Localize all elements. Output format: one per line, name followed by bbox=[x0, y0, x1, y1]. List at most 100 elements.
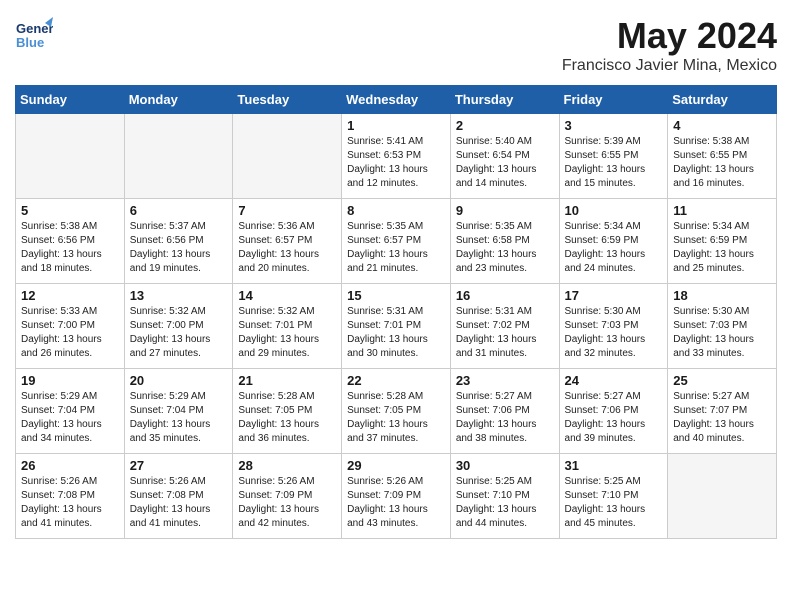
cell-info: Sunrise: 5:31 AM Sunset: 7:02 PM Dayligh… bbox=[456, 305, 554, 361]
cell-info: Sunrise: 5:25 AM Sunset: 7:10 PM Dayligh… bbox=[456, 475, 554, 531]
calendar-table: SundayMondayTuesdayWednesdayThursdayFrid… bbox=[15, 85, 777, 539]
day-number: 13 bbox=[130, 288, 228, 303]
day-number: 1 bbox=[347, 118, 445, 133]
day-header-friday: Friday bbox=[559, 86, 668, 114]
day-header-thursday: Thursday bbox=[450, 86, 559, 114]
calendar-cell: 22 Sunrise: 5:28 AM Sunset: 7:05 PM Dayli… bbox=[342, 369, 451, 454]
calendar-cell: 23 Sunrise: 5:27 AM Sunset: 7:06 PM Dayli… bbox=[450, 369, 559, 454]
cell-info: Sunrise: 5:38 AM Sunset: 6:55 PM Dayligh… bbox=[673, 135, 771, 191]
header: General Blue May 2024 Francisco Javier M… bbox=[15, 15, 777, 75]
day-number: 27 bbox=[130, 458, 228, 473]
calendar-week-row: 19Sunrise: 5:29 AM Sunset: 7:04 PM Dayli… bbox=[16, 369, 777, 454]
calendar-cell: 31Sunrise: 5:25 AM Sunset: 7:10 PM Dayli… bbox=[559, 454, 668, 539]
day-number: 29 bbox=[347, 458, 445, 473]
calendar-cell: 1 Sunrise: 5:41 AM Sunset: 6:53 PM Daylig… bbox=[342, 114, 451, 199]
day-number: 15 bbox=[347, 288, 445, 303]
cell-info: Sunrise: 5:26 AM Sunset: 7:08 PM Dayligh… bbox=[130, 475, 228, 531]
calendar-cell: 24 Sunrise: 5:27 AM Sunset: 7:06 PM Dayli… bbox=[559, 369, 668, 454]
cell-info: Sunrise: 5:25 AM Sunset: 7:10 PM Dayligh… bbox=[565, 475, 663, 531]
calendar-cell: 4Sunrise: 5:38 AM Sunset: 6:55 PM Daylig… bbox=[668, 114, 777, 199]
calendar-cell: 19Sunrise: 5:29 AM Sunset: 7:04 PM Dayli… bbox=[16, 369, 125, 454]
calendar-week-row: 5Sunrise: 5:38 AM Sunset: 6:56 PM Daylig… bbox=[16, 199, 777, 284]
calendar-cell: 11 Sunrise: 5:34 AM Sunset: 6:59 PM Dayli… bbox=[668, 199, 777, 284]
cell-info: Sunrise: 5:26 AM Sunset: 7:09 PM Dayligh… bbox=[238, 475, 336, 531]
calendar-cell: 17Sunrise: 5:30 AM Sunset: 7:03 PM Dayli… bbox=[559, 284, 668, 369]
day-number: 7 bbox=[238, 203, 336, 218]
cell-info: Sunrise: 5:27 AM Sunset: 7:07 PM Dayligh… bbox=[673, 390, 771, 446]
day-number: 28 bbox=[238, 458, 336, 473]
calendar-cell: 29 Sunrise: 5:26 AM Sunset: 7:09 PM Dayli… bbox=[342, 454, 451, 539]
svg-text:Blue: Blue bbox=[16, 35, 44, 50]
cell-info: Sunrise: 5:32 AM Sunset: 7:01 PM Dayligh… bbox=[238, 305, 336, 361]
day-number: 22 bbox=[347, 373, 445, 388]
main-title: May 2024 bbox=[562, 15, 777, 57]
cell-info: Sunrise: 5:26 AM Sunset: 7:09 PM Dayligh… bbox=[347, 475, 445, 531]
cell-info: Sunrise: 5:37 AM Sunset: 6:56 PM Dayligh… bbox=[130, 220, 228, 276]
day-number: 24 bbox=[565, 373, 663, 388]
calendar-cell: 8 Sunrise: 5:35 AM Sunset: 6:57 PM Daylig… bbox=[342, 199, 451, 284]
cell-info: Sunrise: 5:27 AM Sunset: 7:06 PM Dayligh… bbox=[565, 390, 663, 446]
day-header-tuesday: Tuesday bbox=[233, 86, 342, 114]
calendar-cell: 30 Sunrise: 5:25 AM Sunset: 7:10 PM Dayli… bbox=[450, 454, 559, 539]
calendar-cell: 28 Sunrise: 5:26 AM Sunset: 7:09 PM Dayli… bbox=[233, 454, 342, 539]
day-header-saturday: Saturday bbox=[668, 86, 777, 114]
calendar-cell: 12 Sunrise: 5:33 AM Sunset: 7:00 PM Dayli… bbox=[16, 284, 125, 369]
cell-info: Sunrise: 5:36 AM Sunset: 6:57 PM Dayligh… bbox=[238, 220, 336, 276]
cell-info: Sunrise: 5:39 AM Sunset: 6:55 PM Dayligh… bbox=[565, 135, 663, 191]
calendar-cell bbox=[668, 454, 777, 539]
calendar-cell: 26Sunrise: 5:26 AM Sunset: 7:08 PM Dayli… bbox=[16, 454, 125, 539]
calendar-cell: 16 Sunrise: 5:31 AM Sunset: 7:02 PM Dayli… bbox=[450, 284, 559, 369]
calendar-cell: 7 Sunrise: 5:36 AM Sunset: 6:57 PM Daylig… bbox=[233, 199, 342, 284]
calendar-cell: 3 Sunrise: 5:39 AM Sunset: 6:55 PM Daylig… bbox=[559, 114, 668, 199]
cell-info: Sunrise: 5:35 AM Sunset: 6:57 PM Dayligh… bbox=[347, 220, 445, 276]
cell-info: Sunrise: 5:32 AM Sunset: 7:00 PM Dayligh… bbox=[130, 305, 228, 361]
day-number: 20 bbox=[130, 373, 228, 388]
day-header-wednesday: Wednesday bbox=[342, 86, 451, 114]
cell-info: Sunrise: 5:38 AM Sunset: 6:56 PM Dayligh… bbox=[21, 220, 119, 276]
calendar-cell: 18Sunrise: 5:30 AM Sunset: 7:03 PM Dayli… bbox=[668, 284, 777, 369]
calendar-cell: 10Sunrise: 5:34 AM Sunset: 6:59 PM Dayli… bbox=[559, 199, 668, 284]
day-header-monday: Monday bbox=[124, 86, 233, 114]
title-area: May 2024 Francisco Javier Mina, Mexico bbox=[562, 15, 777, 75]
calendar-cell bbox=[233, 114, 342, 199]
cell-info: Sunrise: 5:28 AM Sunset: 7:05 PM Dayligh… bbox=[347, 390, 445, 446]
day-number: 8 bbox=[347, 203, 445, 218]
calendar-cell bbox=[124, 114, 233, 199]
day-number: 3 bbox=[565, 118, 663, 133]
cell-info: Sunrise: 5:30 AM Sunset: 7:03 PM Dayligh… bbox=[673, 305, 771, 361]
calendar-cell: 5Sunrise: 5:38 AM Sunset: 6:56 PM Daylig… bbox=[16, 199, 125, 284]
logo-icon: General Blue bbox=[15, 15, 53, 53]
day-number: 10 bbox=[565, 203, 663, 218]
calendar-cell: 14 Sunrise: 5:32 AM Sunset: 7:01 PM Dayli… bbox=[233, 284, 342, 369]
cell-info: Sunrise: 5:28 AM Sunset: 7:05 PM Dayligh… bbox=[238, 390, 336, 446]
cell-info: Sunrise: 5:40 AM Sunset: 6:54 PM Dayligh… bbox=[456, 135, 554, 191]
day-number: 11 bbox=[673, 203, 771, 218]
calendar-cell: 25Sunrise: 5:27 AM Sunset: 7:07 PM Dayli… bbox=[668, 369, 777, 454]
cell-info: Sunrise: 5:29 AM Sunset: 7:04 PM Dayligh… bbox=[130, 390, 228, 446]
cell-info: Sunrise: 5:33 AM Sunset: 7:00 PM Dayligh… bbox=[21, 305, 119, 361]
day-number: 14 bbox=[238, 288, 336, 303]
day-number: 6 bbox=[130, 203, 228, 218]
cell-info: Sunrise: 5:30 AM Sunset: 7:03 PM Dayligh… bbox=[565, 305, 663, 361]
calendar-cell: 20 Sunrise: 5:29 AM Sunset: 7:04 PM Dayli… bbox=[124, 369, 233, 454]
day-number: 23 bbox=[456, 373, 554, 388]
calendar-header-row: SundayMondayTuesdayWednesdayThursdayFrid… bbox=[16, 86, 777, 114]
calendar-week-row: 1 Sunrise: 5:41 AM Sunset: 6:53 PM Daylig… bbox=[16, 114, 777, 199]
cell-info: Sunrise: 5:27 AM Sunset: 7:06 PM Dayligh… bbox=[456, 390, 554, 446]
day-number: 16 bbox=[456, 288, 554, 303]
subtitle: Francisco Javier Mina, Mexico bbox=[562, 57, 777, 75]
logo: General Blue bbox=[15, 15, 53, 53]
calendar-cell: 13 Sunrise: 5:32 AM Sunset: 7:00 PM Dayli… bbox=[124, 284, 233, 369]
calendar-cell: 21Sunrise: 5:28 AM Sunset: 7:05 PM Dayli… bbox=[233, 369, 342, 454]
day-number: 30 bbox=[456, 458, 554, 473]
day-number: 2 bbox=[456, 118, 554, 133]
calendar-week-row: 26Sunrise: 5:26 AM Sunset: 7:08 PM Dayli… bbox=[16, 454, 777, 539]
calendar-cell: 9Sunrise: 5:35 AM Sunset: 6:58 PM Daylig… bbox=[450, 199, 559, 284]
calendar-cell: 6 Sunrise: 5:37 AM Sunset: 6:56 PM Daylig… bbox=[124, 199, 233, 284]
cell-info: Sunrise: 5:34 AM Sunset: 6:59 PM Dayligh… bbox=[673, 220, 771, 276]
day-number: 12 bbox=[21, 288, 119, 303]
calendar-cell: 15Sunrise: 5:31 AM Sunset: 7:01 PM Dayli… bbox=[342, 284, 451, 369]
day-header-sunday: Sunday bbox=[16, 86, 125, 114]
cell-info: Sunrise: 5:41 AM Sunset: 6:53 PM Dayligh… bbox=[347, 135, 445, 191]
calendar-cell bbox=[16, 114, 125, 199]
